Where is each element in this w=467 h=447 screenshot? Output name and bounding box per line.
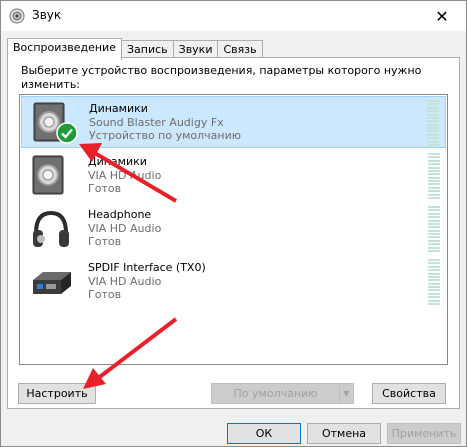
sound-dialog: Звук ✕ Воспроизведение Запись Звуки Связ… bbox=[0, 0, 467, 447]
device-name: Headphone bbox=[88, 208, 152, 221]
level-meter bbox=[428, 259, 440, 305]
device-item[interactable]: Headphone VIA HD Audio Готов bbox=[21, 203, 446, 255]
device-driver: Sound Blaster Audigy Fx bbox=[89, 116, 224, 129]
device-name: SPDIF Interface (TX0) bbox=[88, 261, 206, 274]
instruction-text: Выберите устройство воспроизведения, пар… bbox=[21, 64, 422, 91]
sound-icon bbox=[9, 8, 25, 24]
device-status: Устройство по умолчанию bbox=[89, 129, 242, 142]
tab-strip: Воспроизведение Запись Звуки Связь bbox=[7, 38, 263, 60]
tab-playback[interactable]: Воспроизведение bbox=[7, 38, 122, 60]
cancel-button[interactable]: Отмена bbox=[307, 423, 381, 444]
properties-button[interactable]: Свойства bbox=[372, 383, 446, 404]
device-driver: VIA HD Audio bbox=[88, 169, 162, 182]
device-status: Готов bbox=[88, 235, 122, 248]
close-icon: ✕ bbox=[435, 6, 449, 26]
set-default-label: По умолчанию bbox=[233, 387, 318, 400]
level-meter bbox=[428, 206, 440, 252]
check-icon bbox=[56, 122, 78, 144]
device-list[interactable]: Динамики Sound Blaster Audigy Fx Устройс… bbox=[19, 94, 448, 365]
device-status: Готов bbox=[88, 288, 122, 301]
headphones-icon bbox=[33, 210, 69, 247]
level-meter bbox=[427, 100, 439, 146]
device-item[interactable]: SPDIF Interface (TX0) VIA HD Audio Готов bbox=[21, 256, 446, 308]
set-default-button[interactable]: По умолчанию ▼ bbox=[211, 383, 354, 404]
title-bar: Звук ✕ bbox=[1, 1, 466, 31]
device-name: Динамики bbox=[88, 155, 147, 168]
window-title: Звук bbox=[32, 8, 62, 22]
playback-panel: Выберите устройство воспроизведения, пар… bbox=[7, 57, 460, 409]
device-item[interactable]: Динамики Sound Blaster Audigy Fx Устройс… bbox=[21, 96, 446, 148]
spdif-icon bbox=[33, 272, 71, 294]
close-button[interactable]: ✕ bbox=[422, 1, 462, 31]
device-item[interactable]: Динамики VIA HD Audio Готов bbox=[21, 150, 446, 202]
device-name: Динамики bbox=[89, 102, 148, 115]
device-status: Готов bbox=[88, 182, 122, 195]
configure-button[interactable]: Настроить bbox=[18, 383, 96, 404]
chevron-down-icon[interactable]: ▼ bbox=[339, 384, 353, 403]
device-driver: VIA HD Audio bbox=[88, 275, 162, 288]
ok-button[interactable]: ОК bbox=[227, 423, 301, 444]
level-meter bbox=[428, 153, 440, 199]
device-driver: VIA HD Audio bbox=[88, 222, 162, 235]
apply-button[interactable]: Применить bbox=[387, 423, 461, 444]
speaker-icon bbox=[32, 155, 64, 195]
